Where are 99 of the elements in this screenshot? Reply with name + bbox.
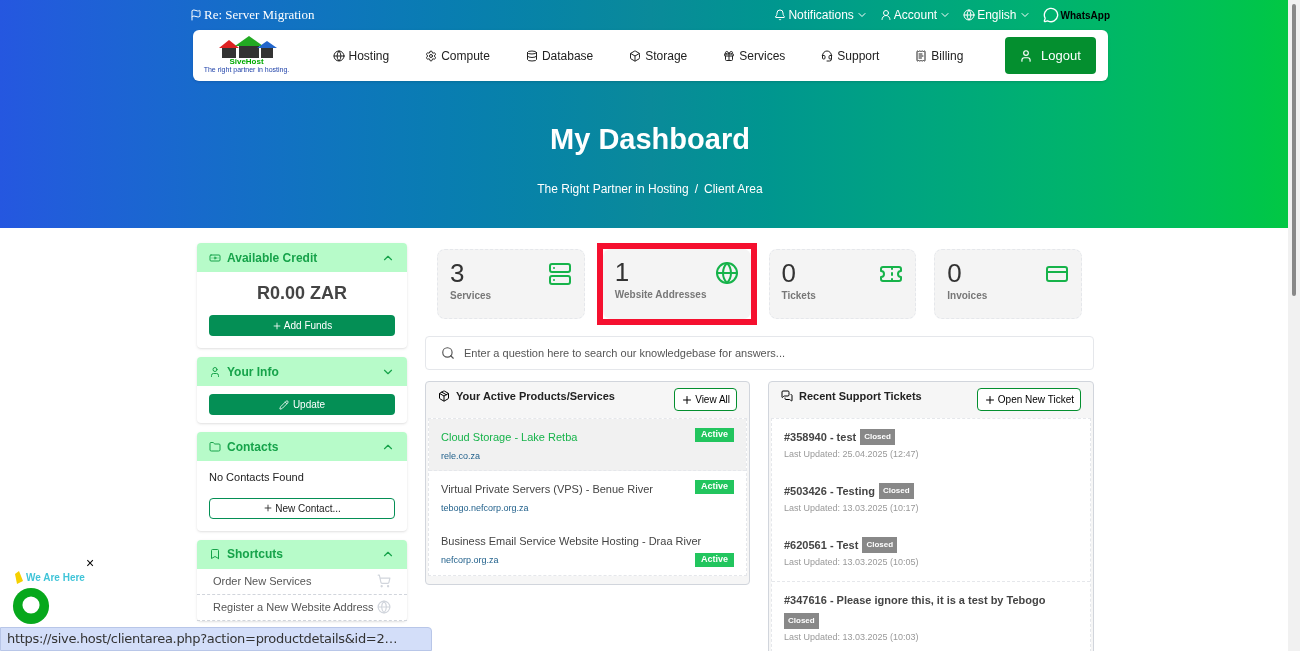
bell-icon (774, 9, 787, 21)
cube-icon (438, 390, 450, 402)
panel-title: Available Credit (227, 249, 318, 267)
ticket-row[interactable]: #620561 - Test Closed Last Updated: 13.03.2025 (10:05) (772, 527, 1090, 581)
open-new-ticket-button[interactable]: Open New Ticket (976, 388, 1081, 411)
nav-link[interactable]: Database (525, 46, 594, 65)
logout-button[interactable]: Logout (1004, 37, 1096, 74)
chat-bubbles-icon (781, 390, 793, 402)
search-icon (441, 346, 455, 360)
status-badge: Closed (878, 483, 914, 500)
add-funds-button[interactable]: Add Funds (209, 315, 395, 336)
user-icon (209, 365, 221, 378)
status-badge: Closed (862, 537, 898, 554)
nav-link[interactable]: Services (723, 46, 786, 65)
stat-count: 0 (947, 258, 963, 288)
banknote-icon (209, 251, 221, 264)
close-button[interactable]: × (86, 556, 95, 570)
product-domain[interactable]: tebogo.nefcorp.org.za (441, 501, 529, 515)
view-all-button[interactable]: View All (674, 388, 737, 411)
stat-label: Invoices (947, 289, 988, 303)
breadcrumb-item: Client Area (704, 180, 763, 198)
credit-amount: R0.00 ZAR (257, 282, 347, 305)
product-domain[interactable]: nefcorp.org.za (441, 553, 499, 567)
gear-icon (425, 49, 438, 62)
receipt-icon (915, 49, 928, 62)
ticket-title: #503426 - Testing (784, 484, 875, 499)
product-domain[interactable]: rele.co.za (441, 449, 481, 463)
user-icon (879, 9, 892, 21)
flag-icon (190, 9, 202, 21)
stat-label: Services (450, 289, 492, 303)
chat-bubble-icon (1042, 7, 1059, 23)
logo-name: SiveHost (229, 58, 264, 66)
panel-title: Shortcuts (227, 546, 283, 563)
ticket-title: #358940 - test (784, 430, 857, 445)
product-name: Cloud Storage - Lake Retba (441, 430, 578, 445)
box-icon (629, 49, 642, 62)
stat-count: 1 (614, 257, 631, 287)
empty-message: No Contacts Found (209, 470, 305, 485)
status-badge: Closed (860, 429, 895, 446)
panel-title: Your Info (227, 363, 279, 381)
product-name: Business Email Service Website Hosting - Draa River (441, 534, 702, 549)
stat-label: Website Addresses (614, 288, 707, 302)
plus-icon (271, 320, 282, 331)
stat-label: Tickets (781, 289, 816, 303)
status-badge: Closed (784, 612, 819, 629)
link-url: https://sive.host/clientarea.php?action=productdetails&id=2… (7, 630, 398, 649)
ticket-updated: Last Updated: 25.04.2025 (12:47) (784, 447, 920, 461)
gift-icon (723, 49, 736, 62)
globe-icon (332, 49, 345, 62)
status-badge: Active (695, 480, 734, 494)
globe-icon (377, 600, 391, 614)
ticket-title: #347616 - Please ignore this, it is a test by Tebogo (784, 593, 1046, 608)
nav-link[interactable]: Storage (629, 46, 688, 65)
ticket-title: #620561 - Test (784, 538, 859, 553)
whatsapp-link[interactable]: WhatsApp (1042, 7, 1110, 23)
shortcut-link[interactable]: Register a New Website Address (197, 594, 407, 621)
status-badge: Active (695, 553, 734, 567)
stat-count: 3 (450, 258, 466, 288)
plus-icon (263, 503, 274, 513)
ticket-updated: Last Updated: 13.03.2025 (10:05) (784, 555, 920, 569)
nav-link[interactable]: Billing (915, 46, 964, 65)
database-icon (525, 49, 538, 62)
headset-icon (821, 49, 834, 62)
panel-title: Your Active Products/Services (456, 389, 615, 404)
chat-button[interactable] (12, 587, 50, 625)
pencil-icon (278, 399, 289, 410)
folder-icon (209, 440, 221, 453)
ticket-updated: Last Updated: 13.03.2025 (10:17) (784, 501, 920, 515)
nav-link[interactable]: Compute (425, 46, 490, 65)
product-name: Virtual Private Servers (VPS) - Benue River (441, 482, 653, 497)
update-button[interactable]: Update (209, 394, 395, 415)
panel-title: Recent Support Tickets (799, 389, 922, 404)
globe-icon (963, 9, 976, 21)
breadcrumb-item[interactable]: The Right Partner in Hosting (537, 179, 689, 198)
scrollbar[interactable] (1288, 0, 1300, 651)
ticket-updated: Last Updated: 13.03.2025 (10:03) (784, 630, 920, 644)
page-title: My Dashboard (550, 122, 750, 157)
stat-card[interactable]: 1 Website Addresses (596, 243, 757, 325)
bookmark-icon (209, 548, 221, 560)
cart-icon (377, 574, 391, 588)
panel-title: Contacts (227, 438, 279, 456)
product-row[interactable]: Cloud Storage - Lake Retba rele.co.za Active (429, 419, 746, 471)
nav-link[interactable]: Hosting (332, 46, 390, 65)
plus-icon (681, 393, 694, 406)
stat-count: 0 (781, 258, 797, 288)
ticket-row[interactable]: #358940 - test Closed Last Updated: 25.04.2025 (12:47) (772, 419, 1090, 473)
status-badge: Active (695, 428, 734, 442)
widget-label: We Are Here (26, 572, 85, 584)
subject-link[interactable]: Re: Server Migration (204, 5, 315, 25)
globe-icon (714, 261, 739, 285)
user-icon (1019, 48, 1034, 63)
shortcut-link[interactable]: Order New Services (197, 568, 407, 595)
knowledgebase-search-field[interactable]: Enter a question here to search our knowledgebase for answers... (425, 336, 1094, 370)
breadcrumb-separator: / (694, 180, 698, 198)
nav-link[interactable]: Support (821, 46, 880, 65)
new-contact-button[interactable]: New Contact... (209, 497, 395, 519)
plus-icon (983, 393, 996, 406)
ticket-row[interactable]: #503426 - Testing Closed Last Updated: 13.03.2025 (10:17) (772, 473, 1090, 527)
server-icon (547, 262, 572, 286)
